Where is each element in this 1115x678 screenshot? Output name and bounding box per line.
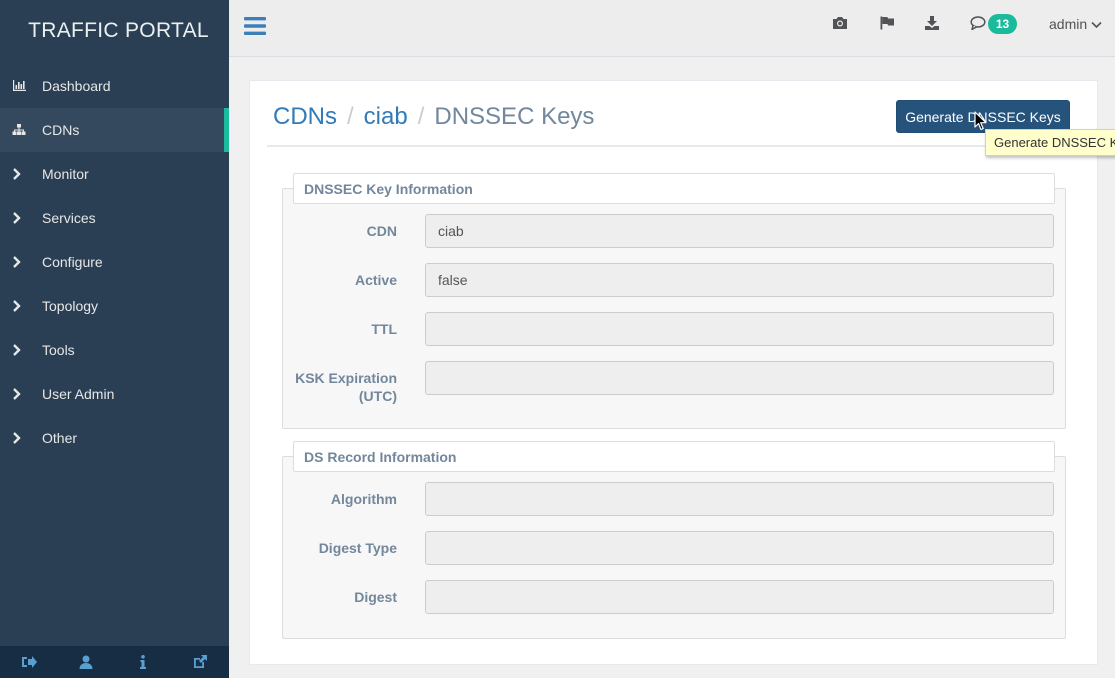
mouse-cursor-icon [974, 111, 987, 136]
download-icon[interactable] [925, 16, 939, 35]
sidebar-item-label: Dashboard [42, 78, 111, 94]
breadcrumb-link-cdn[interactable]: ciab [364, 103, 408, 131]
app-brand[interactable]: TRAFFIC PORTAL [0, 0, 229, 62]
digest-type-field[interactable] [425, 531, 1054, 565]
chevron-right-icon [12, 168, 42, 180]
logout-icon[interactable] [0, 646, 57, 678]
sidebar-item-label: Other [42, 430, 78, 446]
user-icon[interactable] [57, 646, 114, 678]
field-label: TTL [371, 321, 397, 337]
chevron-down-icon [1091, 16, 1102, 32]
breadcrumb-separator: / [417, 103, 425, 130]
page-title: DNSSEC Keys [434, 103, 595, 130]
ttl-field[interactable] [425, 312, 1054, 346]
comment-icon[interactable] [970, 16, 986, 35]
sidebar-item-label: Configure [42, 254, 103, 270]
algorithm-field[interactable] [425, 482, 1054, 516]
chevron-right-icon [12, 256, 42, 268]
active-field[interactable]: false [425, 263, 1054, 297]
sidebar-item-label: Services [42, 210, 96, 226]
field-label: Digest Type [318, 540, 397, 556]
sidebar-item-monitor[interactable]: Monitor [0, 152, 229, 196]
field-label: Digest [354, 589, 397, 605]
chevron-right-icon [12, 212, 42, 224]
digest-field[interactable] [425, 580, 1054, 614]
fieldset-legend: DNSSEC Key Information [293, 173, 1055, 204]
generate-keys-tooltip: Generate DNSSEC Keys [985, 129, 1115, 156]
menu-toggle-icon[interactable] [244, 16, 266, 41]
sidebar-item-services[interactable]: Services [0, 196, 229, 240]
breadcrumb: CDNs / ciab / DNSSEC Keys [273, 103, 594, 131]
sitemap-icon [12, 124, 42, 136]
sidebar-item-tools[interactable]: Tools [0, 328, 229, 372]
notification-badge[interactable]: 13 [988, 14, 1017, 34]
dnssec-key-info-fieldset: DNSSEC Key Information CDN ciab Active f… [282, 173, 1066, 429]
field-label: Active [354, 272, 397, 288]
chevron-right-icon [12, 344, 42, 356]
field-label: KSK Expiration (UTC) [295, 370, 397, 404]
sidebar-item-dashboard[interactable]: Dashboard [0, 64, 229, 108]
sidebar-item-topology[interactable]: Topology [0, 284, 229, 328]
flag-icon[interactable] [879, 16, 895, 35]
breadcrumb-separator: / [347, 103, 354, 130]
breadcrumb-link-cdns[interactable]: CDNs [273, 103, 337, 131]
chevron-right-icon [12, 432, 42, 444]
sidebar-item-label: User Admin [42, 386, 115, 402]
title-divider [267, 145, 1082, 147]
info-icon[interactable] [115, 646, 172, 678]
camera-icon[interactable] [832, 16, 848, 35]
sidebar-nav: Dashboard CDNs Monitor Services Configur… [0, 64, 229, 460]
field-label: Algorithm [330, 491, 397, 507]
fieldset-legend: DS Record Information [293, 441, 1055, 472]
sidebar-item-other[interactable]: Other [0, 416, 229, 460]
top-nav: 13 admin [229, 0, 1115, 57]
chevron-right-icon [12, 388, 42, 400]
sidebar-item-label: Topology [42, 298, 99, 314]
field-label: CDN [366, 223, 397, 239]
user-name: admin [1049, 16, 1088, 32]
sidebar-item-label: Monitor [42, 166, 89, 182]
sidebar-item-label: CDNs [42, 122, 80, 138]
sidebar-item-label: Tools [42, 342, 75, 358]
external-link-icon[interactable] [172, 646, 229, 678]
chevron-right-icon [12, 300, 42, 312]
sidebar-item-cdns[interactable]: CDNs [0, 108, 229, 152]
user-menu[interactable]: admin [1049, 16, 1102, 32]
ds-record-info-fieldset: DS Record Information Algorithm Digest T… [282, 441, 1066, 639]
sidebar-item-configure[interactable]: Configure [0, 240, 229, 284]
ksk-expiration-field[interactable] [425, 361, 1054, 395]
sidebar: TRAFFIC PORTAL Dashboard CDNs Monitor Se… [0, 0, 229, 678]
cdn-field[interactable]: ciab [425, 214, 1054, 248]
main-panel: CDNs / ciab / DNSSEC Keys Generate DNSSE… [249, 80, 1098, 665]
sidebar-footer [0, 646, 229, 678]
bar-chart-icon [12, 80, 42, 92]
sidebar-item-user-admin[interactable]: User Admin [0, 372, 229, 416]
